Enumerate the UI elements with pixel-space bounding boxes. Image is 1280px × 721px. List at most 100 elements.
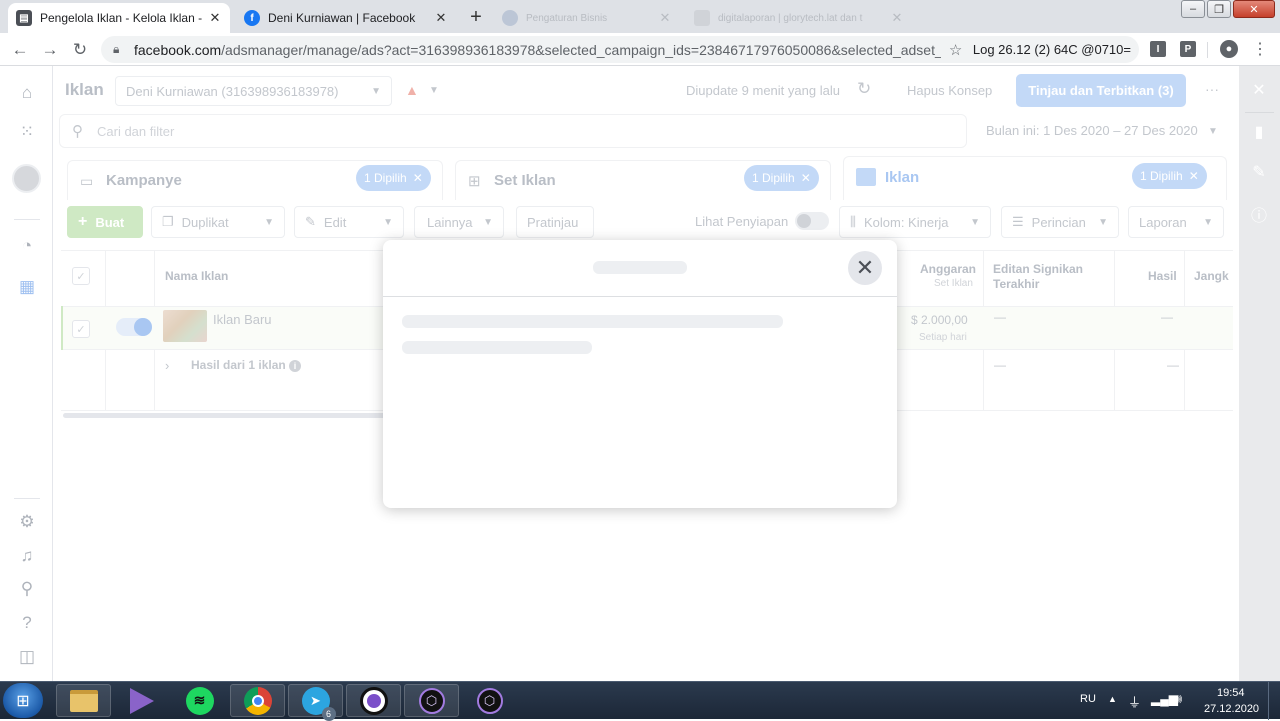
ads-manager-table-icon[interactable]: ▦ [16,276,38,298]
maximize-window-icon[interactable]: ❐ [1207,0,1231,18]
vs-logo-icon [129,687,154,714]
chevron-down-icon[interactable]: ▼ [1208,126,1218,137]
column-header-reach[interactable]: Jangk [1194,269,1229,283]
browser-menu-icon[interactable]: ⋮ [1252,39,1268,59]
app-cube-icon[interactable]: ⬡ [404,684,459,717]
select-all-checkbox[interactable]: ✓ [72,267,90,285]
forward-arrow-icon[interactable]: → [39,39,61,61]
volume-icon[interactable]: 🔊︎ [1174,691,1182,707]
column-header-ad-name[interactable]: Nama Iklan [165,269,228,283]
tab-business-settings[interactable]: Pengaturan Bisnis ✕ [494,3,680,33]
facebook-icon: f [244,10,260,26]
account-selector[interactable]: Deni Kurniawan (316398936183978) ▼ [115,76,392,106]
show-desktop-button[interactable] [1268,682,1280,720]
extension-p-icon[interactable]: P [1180,41,1196,57]
bookmark-star-icon[interactable]: ☆ [949,41,969,59]
collapse-panel-icon[interactable]: ◫ [16,646,38,668]
extension-i-icon[interactable]: I [1150,41,1166,57]
breakdown-button[interactable]: ☰ Perincian ▼ [1001,206,1119,238]
summary-results: — [1167,358,1179,372]
row-checkbox[interactable]: ✓ [72,320,90,338]
close-tab-icon[interactable]: ✕ [890,10,904,26]
tab-ads-manager[interactable]: ▤ Pengelola Iklan - Kelola Iklan - Ik ✕ [8,3,230,33]
browser-tab-bar: ▤ Pengelola Iklan - Kelola Iklan - Ik ✕ … [0,0,1280,33]
close-tab-icon[interactable]: ✕ [434,10,448,26]
home-icon[interactable]: ⌂ [16,82,38,104]
visual-studio-icon[interactable] [114,684,169,717]
ad-selected-pill[interactable]: 1 Dipilih ✕ [1132,163,1207,189]
folder-icon [69,689,98,712]
column-header-budget[interactable]: Anggaran [920,262,976,276]
chevron-right-icon[interactable]: › [165,358,169,373]
search-filter-bar[interactable]: ⚲ Cari dan filter [59,114,967,148]
warning-icon[interactable]: ▲ [405,82,419,98]
chevron-down-icon[interactable]: ▼ [429,85,439,96]
horizontal-scrollbar[interactable] [63,413,393,418]
column-header-results[interactable]: Hasil [1148,269,1177,283]
back-arrow-icon[interactable]: ← [9,39,31,61]
tab-facebook-profile[interactable]: f Deni Kurniawan | Facebook ✕ [236,3,456,33]
app-cube-icon[interactable]: ⬡ [462,684,517,717]
file-explorer-icon[interactable] [56,684,111,717]
spotify-icon[interactable]: ≋ [172,684,227,717]
profile-avatar-icon[interactable]: ● [1220,40,1238,58]
app-moon-icon[interactable] [346,684,401,717]
show-hidden-icons-icon[interactable]: ▲ [1108,694,1117,704]
ad-status-toggle[interactable] [116,318,152,336]
chevron-down-icon[interactable]: ▼ [264,217,274,228]
search-icon[interactable]: ⚲ [16,578,38,600]
info-icon[interactable]: ⓘ [1249,204,1269,225]
power-plug-icon[interactable]: ⏚ [1128,692,1141,711]
more-actions-button[interactable]: Lainnya ▼ [414,206,504,238]
tab-google-search[interactable]: digitalaporan | glorytech.lat dan t ✕ [686,3,912,33]
ad-set-selected-pill[interactable]: 1 Dipilih ✕ [744,165,819,191]
review-publish-button[interactable]: Tinjau dan Terbitkan (3) [1016,74,1186,107]
settings-gear-icon[interactable]: ⚙ [16,511,38,533]
telegram-icon[interactable]: ➤ 6 [288,684,343,721]
refresh-icon[interactable]: ↻ [857,79,871,99]
bar-chart-icon[interactable]: ▮ [1249,122,1269,142]
chevron-down-icon: ▼ [970,216,980,228]
help-icon[interactable]: ? [16,612,38,634]
edit-button[interactable]: ✎ Edit ▼ [294,206,404,238]
discard-drafts-button[interactable]: Hapus Konsep [907,83,992,98]
clear-selection-icon[interactable]: ✕ [801,171,811,185]
column-header-last-edit[interactable]: Editan Signikan Terakhir [993,262,1097,292]
new-tab-button[interactable]: + [463,6,489,28]
chevron-down-icon[interactable]: ▼ [383,217,393,228]
chrome-icon[interactable] [230,684,285,717]
clear-selection-icon[interactable]: ✕ [1189,169,1199,183]
info-icon[interactable]: i [289,360,302,372]
address-bar[interactable]: 🔒︎ facebook.com/adsmanager/manage/ads?ac… [101,36,1139,63]
columns-button[interactable]: ⫼ Kolom: Kinerja ▼ [839,206,991,238]
budget-period: Setiap hari [919,332,967,343]
clock-time[interactable]: 19:54 [1217,687,1245,699]
duplicate-button[interactable]: ❐ Duplikat ▼ [151,206,285,238]
campaign-selected-pill[interactable]: 1 Dipilih ✕ [356,165,431,191]
account-avatar[interactable] [12,164,41,193]
create-button[interactable]: + Buat [67,206,143,238]
all-tools-grid-icon[interactable]: ⁙ [16,121,38,143]
notifications-bell-icon[interactable]: ♫ [16,545,38,567]
view-setup-toggle[interactable] [795,212,829,230]
extension-status-text[interactable]: Log 26.12 (2) 64C @0710= [973,42,1131,57]
reload-icon[interactable]: ↻ [69,39,91,61]
dashboard-gauge-icon[interactable]: ◔ [16,235,38,257]
close-window-icon[interactable]: ✕ [1233,0,1275,18]
more-options-icon[interactable]: ··· [1205,81,1219,97]
minimize-window-icon[interactable]: – [1181,0,1205,18]
reports-button[interactable]: Laporan ▼ [1128,206,1224,238]
close-panel-icon[interactable]: ✕ [1249,80,1269,100]
clear-selection-icon[interactable]: ✕ [413,171,423,185]
start-menu-button[interactable]: ⊞ [3,683,43,718]
date-range-picker[interactable]: Bulan ini: 1 Des 2020 – 27 Des 2020 [986,123,1198,138]
close-tab-icon[interactable]: ✕ [658,10,672,26]
clock-date[interactable]: 27.12.2020 [1204,703,1259,715]
ad-name-link[interactable]: Iklan Baru [213,312,272,327]
cube-logo-icon: ⬡ [418,687,445,714]
language-indicator[interactable]: RU [1080,693,1096,705]
pencil-icon[interactable]: ✎ [1249,162,1269,182]
close-tab-icon[interactable]: ✕ [208,10,222,26]
close-dialog-icon[interactable]: ✕ [848,251,882,285]
preview-button[interactable]: Pratinjau [516,206,594,238]
